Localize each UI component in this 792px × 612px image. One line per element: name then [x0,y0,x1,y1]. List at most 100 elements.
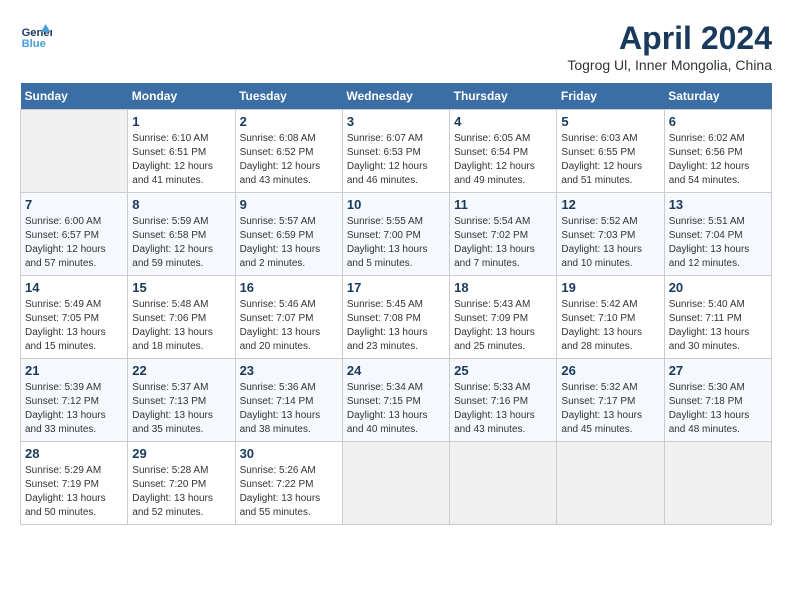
day-info: Sunrise: 5:42 AM Sunset: 7:10 PM Dayligh… [561,298,659,354]
day-number: 9 [240,197,338,212]
calendar-cell: 18 Sunrise: 5:43 AM Sunset: 7:09 PM Dayli… [450,276,557,359]
calendar-cell: 3 Sunrise: 6:07 AM Sunset: 6:53 PM Daylig… [342,110,449,193]
calendar-cell: 10 Sunrise: 5:55 AM Sunset: 7:00 PM Dayli… [342,193,449,276]
header-day-friday: Friday [557,83,664,110]
day-number: 22 [132,363,230,378]
header-day-thursday: Thursday [450,83,557,110]
week-row-4: 21 Sunrise: 5:39 AM Sunset: 7:12 PM Dayli… [21,359,772,442]
title-section: April 2024 Togrog Ul, Inner Mongolia, Ch… [567,20,772,73]
calendar-cell: 28 Sunrise: 5:29 AM Sunset: 7:19 PM Dayli… [21,442,128,525]
calendar-cell: 22 Sunrise: 5:37 AM Sunset: 7:13 PM Dayli… [128,359,235,442]
calendar-cell: 27 Sunrise: 5:30 AM Sunset: 7:18 PM Dayli… [664,359,771,442]
week-row-3: 14 Sunrise: 5:49 AM Sunset: 7:05 PM Dayli… [21,276,772,359]
week-row-2: 7 Sunrise: 6:00 AM Sunset: 6:57 PM Daylig… [21,193,772,276]
day-number: 3 [347,114,445,129]
day-info: Sunrise: 5:46 AM Sunset: 7:07 PM Dayligh… [240,298,338,354]
calendar-cell: 7 Sunrise: 6:00 AM Sunset: 6:57 PM Daylig… [21,193,128,276]
logo-icon: General Blue [20,20,52,52]
day-number: 25 [454,363,552,378]
day-number: 15 [132,280,230,295]
day-number: 18 [454,280,552,295]
calendar-cell: 25Sunrise: 5:33 AM Sunset: 7:16 PM Dayli… [450,359,557,442]
day-number: 7 [25,197,123,212]
day-info: Sunrise: 6:05 AM Sunset: 6:54 PM Dayligh… [454,132,552,188]
day-number: 20 [669,280,767,295]
calendar-header: SundayMondayTuesdayWednesdayThursdayFrid… [21,83,772,110]
calendar-cell [21,110,128,193]
calendar-cell: 12 Sunrise: 5:52 AM Sunset: 7:03 PM Dayli… [557,193,664,276]
day-info: Sunrise: 5:45 AM Sunset: 7:08 PM Dayligh… [347,298,445,354]
day-info: Sunrise: 5:55 AM Sunset: 7:00 PM Dayligh… [347,215,445,271]
day-info: Sunrise: 5:49 AM Sunset: 7:05 PM Dayligh… [25,298,123,354]
header-day-wednesday: Wednesday [342,83,449,110]
day-number: 1 [132,114,230,129]
day-info: Sunrise: 5:57 AM Sunset: 6:59 PM Dayligh… [240,215,338,271]
calendar-cell: 24Sunrise: 5:34 AM Sunset: 7:15 PM Dayli… [342,359,449,442]
day-info: Sunrise: 6:03 AM Sunset: 6:55 PM Dayligh… [561,132,659,188]
page-header: General Blue April 2024 Togrog Ul, Inner… [20,20,772,73]
calendar-cell: 23Sunrise: 5:36 AM Sunset: 7:14 PM Dayli… [235,359,342,442]
day-info: Sunrise: 5:30 AM Sunset: 7:18 PM Dayligh… [669,381,767,437]
calendar-cell: 6Sunrise: 6:02 AM Sunset: 6:56 PM Daylig… [664,110,771,193]
day-info: Sunrise: 5:52 AM Sunset: 7:03 PM Dayligh… [561,215,659,271]
day-number: 17 [347,280,445,295]
week-row-1: 1 Sunrise: 6:10 AM Sunset: 6:51 PM Daylig… [21,110,772,193]
day-number: 11 [454,197,552,212]
svg-text:Blue: Blue [22,38,46,50]
day-number: 6 [669,114,767,129]
calendar-cell: 29 Sunrise: 5:28 AM Sunset: 7:20 PM Dayli… [128,442,235,525]
day-info: Sunrise: 5:40 AM Sunset: 7:11 PM Dayligh… [669,298,767,354]
calendar-cell [664,442,771,525]
day-number: 5 [561,114,659,129]
header-day-sunday: Sunday [21,83,128,110]
calendar-cell: 19 Sunrise: 5:42 AM Sunset: 7:10 PM Dayli… [557,276,664,359]
calendar-cell [342,442,449,525]
day-number: 2 [240,114,338,129]
day-number: 8 [132,197,230,212]
day-info: Sunrise: 6:00 AM Sunset: 6:57 PM Dayligh… [25,215,123,271]
day-number: 30 [240,446,338,461]
day-info: Sunrise: 5:43 AM Sunset: 7:09 PM Dayligh… [454,298,552,354]
day-info: Sunrise: 6:07 AM Sunset: 6:53 PM Dayligh… [347,132,445,188]
day-info: Sunrise: 5:39 AM Sunset: 7:12 PM Dayligh… [25,381,123,437]
header-day-tuesday: Tuesday [235,83,342,110]
day-number: 10 [347,197,445,212]
day-info: Sunrise: 5:59 AM Sunset: 6:58 PM Dayligh… [132,215,230,271]
location: Togrog Ul, Inner Mongolia, China [567,57,772,73]
day-info: Sunrise: 5:26 AM Sunset: 7:22 PM Dayligh… [240,464,338,520]
day-number: 28 [25,446,123,461]
day-info: Sunrise: 5:54 AM Sunset: 7:02 PM Dayligh… [454,215,552,271]
day-number: 29 [132,446,230,461]
day-number: 27 [669,363,767,378]
week-row-5: 28 Sunrise: 5:29 AM Sunset: 7:19 PM Dayli… [21,442,772,525]
day-info: Sunrise: 5:51 AM Sunset: 7:04 PM Dayligh… [669,215,767,271]
day-info: Sunrise: 5:34 AM Sunset: 7:15 PM Dayligh… [347,381,445,437]
calendar-cell: 13Sunrise: 5:51 AM Sunset: 7:04 PM Dayli… [664,193,771,276]
day-info: Sunrise: 6:10 AM Sunset: 6:51 PM Dayligh… [132,132,230,188]
day-info: Sunrise: 5:48 AM Sunset: 7:06 PM Dayligh… [132,298,230,354]
calendar-cell: 4 Sunrise: 6:05 AM Sunset: 6:54 PM Daylig… [450,110,557,193]
day-number: 12 [561,197,659,212]
day-number: 14 [25,280,123,295]
day-info: Sunrise: 5:37 AM Sunset: 7:13 PM Dayligh… [132,381,230,437]
calendar-cell: 20 Sunrise: 5:40 AM Sunset: 7:11 PM Dayli… [664,276,771,359]
header-day-monday: Monday [128,83,235,110]
day-info: Sunrise: 5:28 AM Sunset: 7:20 PM Dayligh… [132,464,230,520]
calendar-cell: 21 Sunrise: 5:39 AM Sunset: 7:12 PM Dayli… [21,359,128,442]
calendar-cell: 14 Sunrise: 5:49 AM Sunset: 7:05 PM Dayli… [21,276,128,359]
calendar-cell: 26Sunrise: 5:32 AM Sunset: 7:17 PM Dayli… [557,359,664,442]
day-info: Sunrise: 5:29 AM Sunset: 7:19 PM Dayligh… [25,464,123,520]
day-number: 21 [25,363,123,378]
day-number: 26 [561,363,659,378]
calendar-body: 1 Sunrise: 6:10 AM Sunset: 6:51 PM Daylig… [21,110,772,525]
day-number: 4 [454,114,552,129]
day-number: 19 [561,280,659,295]
calendar-cell: 5 Sunrise: 6:03 AM Sunset: 6:55 PM Daylig… [557,110,664,193]
month-title: April 2024 [567,20,772,57]
calendar-cell: 8 Sunrise: 5:59 AM Sunset: 6:58 PM Daylig… [128,193,235,276]
header-row: SundayMondayTuesdayWednesdayThursdayFrid… [21,83,772,110]
logo: General Blue [20,20,52,52]
calendar-cell [557,442,664,525]
calendar-cell: 30 Sunrise: 5:26 AM Sunset: 7:22 PM Dayli… [235,442,342,525]
day-number: 23 [240,363,338,378]
